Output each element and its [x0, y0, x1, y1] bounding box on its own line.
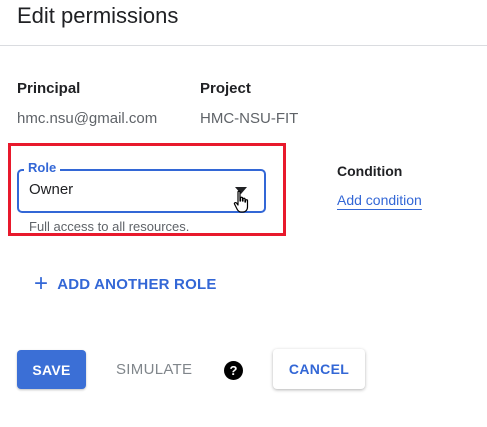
role-label: Role: [24, 159, 61, 177]
role-helper-text: Full access to all resources.: [29, 219, 190, 234]
add-condition-link[interactable]: Add condition: [337, 192, 422, 208]
project-label: Project: [200, 80, 251, 97]
principal-value: hmc.nsu@gmail.com: [17, 110, 158, 127]
simulate-button[interactable]: SIMULATE: [116, 361, 192, 378]
help-icon[interactable]: ?: [224, 361, 243, 380]
edit-permissions-dialog: Edit permissions Principal hmc.nsu@gmail…: [0, 0, 487, 427]
plus-icon: +: [34, 270, 49, 297]
condition-label: Condition: [337, 163, 403, 179]
add-another-role-button[interactable]: + ADD ANOTHER ROLE: [34, 270, 217, 297]
save-button[interactable]: SAVE: [17, 350, 86, 389]
principal-label: Principal: [17, 80, 81, 97]
cancel-button[interactable]: CANCEL: [273, 349, 365, 389]
hand-cursor-icon: [233, 190, 249, 213]
role-selected-value[interactable]: Owner: [29, 181, 73, 198]
dialog-title: Edit permissions: [17, 3, 179, 28]
add-another-role-label: ADD ANOTHER ROLE: [57, 275, 217, 293]
project-value: HMC-NSU-FIT: [200, 110, 299, 127]
title-divider: [0, 45, 487, 46]
